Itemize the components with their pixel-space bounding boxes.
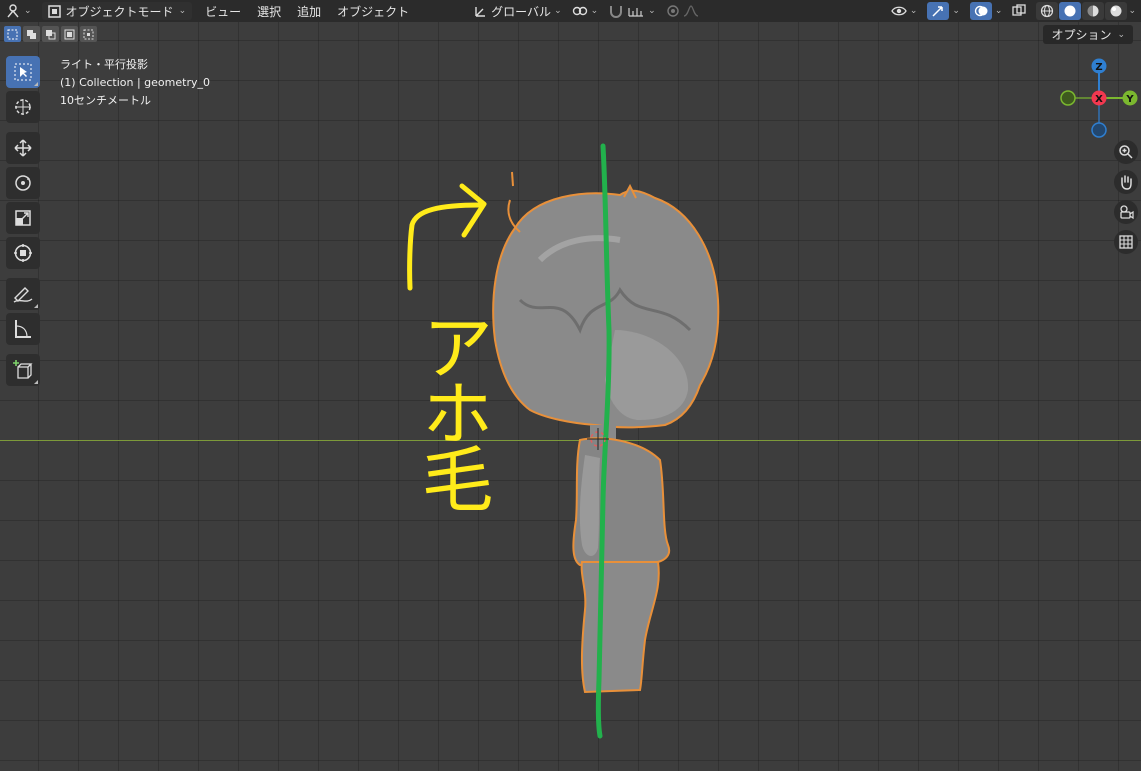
- snap-increment-icon: [628, 8, 644, 17]
- transform-tool[interactable]: [6, 237, 40, 269]
- viewport-info: ライト・平行投影 (1) Collection | geometry_0 10セ…: [60, 56, 210, 110]
- orientation-icon: [475, 7, 486, 17]
- proportional-editing[interactable]: [661, 0, 704, 22]
- wireframe-shading-button[interactable]: [1036, 2, 1059, 20]
- menu-select[interactable]: 選択: [249, 3, 289, 20]
- falloff-icon: [683, 5, 698, 17]
- xray-icon: [1012, 4, 1027, 16]
- ahoge-annotation-text: アホ毛: [409, 310, 493, 508]
- camera-icon: [1120, 205, 1134, 220]
- camera-view-button[interactable]: [1114, 200, 1138, 224]
- solid-icon: [1064, 5, 1076, 17]
- snap-toggle[interactable]: ⌄: [603, 0, 661, 22]
- selection-mode-group: [4, 26, 97, 42]
- shading-modes[interactable]: ⌄: [1031, 0, 1141, 22]
- magnet-icon: [610, 6, 623, 18]
- gizmo-icon: [932, 6, 944, 17]
- editor-type-button[interactable]: ⌄: [0, 0, 37, 22]
- viewport-header: ⌄ オブジェクトモード ⌄ ビュー 選択 追加 オブジェクト グローバル ⌄ ⌄…: [0, 0, 1141, 22]
- perspective-toggle-button[interactable]: [1114, 230, 1138, 254]
- select-subtract-icon: [46, 29, 56, 39]
- rendered-shading-button[interactable]: [1105, 2, 1128, 20]
- select-new-button[interactable]: [4, 26, 21, 42]
- measure-tool[interactable]: [6, 313, 40, 345]
- eye-icon: [891, 6, 907, 16]
- select-intersect-icon: [83, 29, 94, 39]
- select-subtract-button[interactable]: [42, 26, 59, 42]
- move-icon: [14, 139, 32, 157]
- wireframe-icon: [1041, 4, 1054, 18]
- add-cube-tool[interactable]: [6, 354, 40, 386]
- zoom-button[interactable]: [1114, 140, 1138, 164]
- navigation-gizmo[interactable]: Z Y X: [1058, 56, 1138, 140]
- material-icon: [1087, 5, 1099, 17]
- y-axis-label: Y: [1125, 94, 1134, 105]
- select-box-tool[interactable]: [6, 56, 40, 88]
- select-intersect-button[interactable]: [80, 26, 97, 42]
- neg-y-handle: [1060, 90, 1076, 106]
- pencil-icon: [13, 287, 33, 303]
- ruler-icon: [15, 320, 31, 338]
- material-shading-button[interactable]: [1082, 2, 1105, 20]
- select-extend-button[interactable]: [23, 26, 40, 42]
- orientation-label: グローバル: [491, 4, 552, 19]
- 3d-viewport-icon: [7, 4, 19, 18]
- menu-object[interactable]: オブジェクト: [329, 3, 417, 20]
- viewport-nav-buttons: [1114, 140, 1138, 260]
- options-dropdown[interactable]: オプション ⌄: [1043, 25, 1133, 44]
- gizmo-dropdown[interactable]: ⌄: [922, 0, 965, 22]
- pivot-point-dropdown[interactable]: ⌄: [567, 0, 604, 22]
- scale-tool[interactable]: [6, 202, 40, 234]
- rendered-icon: [1110, 5, 1122, 17]
- move-tool[interactable]: [6, 132, 40, 164]
- z-axis-label: Z: [1095, 62, 1102, 73]
- rotate-icon: [15, 175, 31, 191]
- mode-dropdown[interactable]: オブジェクトモード ⌄: [37, 0, 198, 22]
- transform-icon: [14, 244, 32, 262]
- scale-label: 10センチメートル: [60, 94, 151, 107]
- solid-shading-button[interactable]: [1059, 2, 1082, 20]
- overlays-dropdown[interactable]: ⌄: [965, 0, 1008, 22]
- select-invert-icon: [64, 29, 75, 39]
- scale-icon: [15, 210, 31, 226]
- proportional-edit-icon: [667, 5, 679, 17]
- annotate-tool[interactable]: [6, 278, 40, 310]
- cursor-tool[interactable]: [6, 91, 40, 123]
- select-new-icon: [7, 29, 18, 39]
- 3d-cursor-tool-icon: [15, 99, 31, 115]
- add-cube-icon: [13, 360, 33, 379]
- options-label: オプション: [1051, 28, 1112, 42]
- visibility-dropdown[interactable]: ⌄: [886, 0, 923, 22]
- overlays-icon: [974, 5, 988, 17]
- x-axis-label: X: [1095, 94, 1103, 105]
- rotate-tool[interactable]: [6, 167, 40, 199]
- mode-label: オブジェクトモード: [65, 4, 174, 19]
- view-name-label: ライト・平行投影: [60, 58, 148, 71]
- zoom-icon: [1119, 145, 1133, 159]
- grid-icon: [1119, 235, 1133, 249]
- cursor-arrow-icon: [14, 63, 32, 81]
- arrow-annotation: [407, 183, 487, 291]
- collection-label: (1) Collection | geometry_0: [60, 76, 210, 89]
- select-extend-icon: [27, 29, 36, 39]
- pan-button[interactable]: [1114, 170, 1138, 194]
- xray-toggle[interactable]: [1007, 0, 1031, 22]
- object-mode-icon: [47, 4, 61, 18]
- transform-orientation-dropdown[interactable]: グローバル ⌄: [469, 0, 566, 22]
- scene-layer: [407, 143, 720, 739]
- select-invert-button[interactable]: [61, 26, 78, 42]
- hand-icon: [1121, 175, 1132, 190]
- neg-z-handle: [1091, 122, 1107, 138]
- menu-view[interactable]: ビュー: [197, 3, 249, 20]
- menu-add[interactable]: 追加: [289, 3, 329, 20]
- link-icon: [572, 6, 587, 16]
- tool-shelf: [6, 56, 40, 389]
